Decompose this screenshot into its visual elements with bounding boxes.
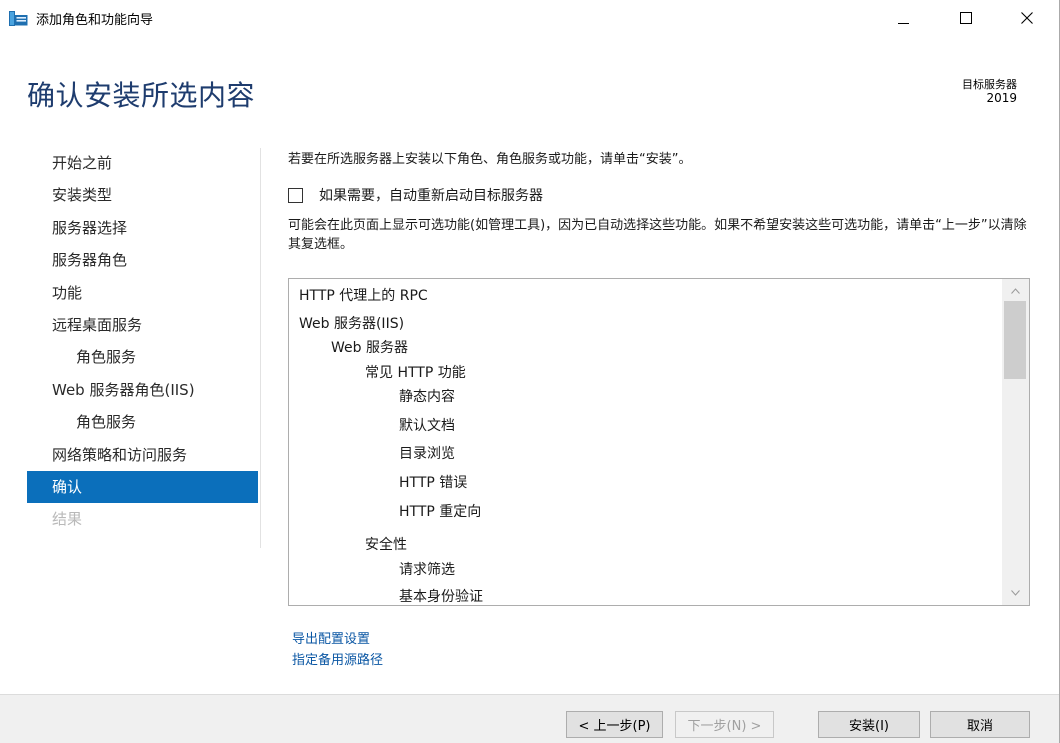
nav-step-10[interactable]: 确认 [27,470,258,504]
list-item: Web 服务器(IIS) [299,316,405,332]
scroll-up-button[interactable] [1002,281,1029,301]
window-title: 添加角色和功能向导 [36,13,154,28]
list-item: 默认文档 [399,418,455,434]
target-server-label: 目标服务器 [962,78,1017,91]
list-item: 静态内容 [399,389,455,405]
restart-option[interactable]: 如果需要，自动重新启动目标服务器 [288,185,543,205]
list-item: 安全性 [365,537,407,553]
export-config-link[interactable]: 导出配置设置 [292,628,370,647]
install-button[interactable]: 安装(I) [818,711,920,738]
alt-source-link[interactable]: 指定备用源路径 [292,649,383,668]
intro-text: 若要在所选服务器上安装以下角色、角色服务或功能，请单击“安装”。 [288,152,692,167]
list-item: 常见 HTTP 功能 [365,365,466,381]
list-item: HTTP 代理上的 RPC [299,288,428,304]
wizard-footer: < 上一步(P) 下一步(N) > 安装(I) 取消 [0,694,1059,743]
nav-step-0[interactable]: 开始之前 [27,147,258,179]
restart-checkbox[interactable] [288,187,303,203]
nav-step-11: 结果 [52,510,83,529]
cancel-button[interactable]: 取消 [930,711,1030,738]
chevron-up-icon [1011,288,1020,294]
title-bar: 添加角色和功能向导 [0,0,1059,36]
scroll-down-button[interactable] [1002,583,1029,603]
list-item: HTTP 重定向 [399,504,482,520]
wizard-steps-nav: 开始之前 安装类型 服务器选择 服务器角色 功能 远程桌面服务 角色服务 Web 服务器角色(… [27,147,258,536]
minimize-icon [897,22,909,24]
server-manager-icon [9,11,28,26]
list-scrollbar[interactable] [1002,279,1029,605]
list-item: 请求筛选 [399,562,455,578]
nav-step-3[interactable]: 服务器角色 [27,244,258,276]
page-title: 确认安装所选内容 [27,79,256,112]
chevron-down-icon [1011,590,1020,596]
nav-step-5[interactable]: 远程桌面服务 [27,309,258,341]
optional-features-note: 可能会在此页面上显示可选功能(如管理工具)，因为已自动选择这些功能。如果不希望安… [288,218,1027,252]
nav-step-6[interactable]: 角色服务 [27,341,258,373]
nav-divider [260,148,261,548]
nav-step-9[interactable]: 网络策略和访问服务 [27,439,258,471]
list-item: HTTP 错误 [399,475,468,491]
minimize-button[interactable] [880,0,926,36]
list-item: 基本身份验证 [399,589,483,605]
wizard-window: 添加角色和功能向导 确认安装所选内容 目标服务器 2019 开始之前 安装类型 服务… [0,0,1060,743]
selection-list[interactable]: HTTP 代理上的 RPC Web 服务器(IIS) Web 服务器常见 HTTP … [288,278,1030,606]
nav-step-4[interactable]: 功能 [27,277,258,309]
previous-button[interactable]: < 上一步(P) [566,711,663,738]
list-item: 目录浏览 [399,446,455,462]
maximize-icon [960,12,972,24]
maximize-button[interactable] [943,0,989,36]
nav-step-8[interactable]: 角色服务 [27,406,258,438]
target-server-value: 2019 [986,91,1017,105]
list-item: Web 服务器 [331,340,408,356]
restart-checkbox-label[interactable]: 如果需要，自动重新启动目标服务器 [319,185,543,205]
close-button[interactable] [1004,0,1050,36]
next-button[interactable]: 下一步(N) > [675,711,774,738]
nav-step-7[interactable]: Web 服务器角色(IIS) [27,374,258,406]
nav-step-2[interactable]: 服务器选择 [27,212,258,244]
close-icon [1021,12,1033,24]
scroll-thumb[interactable] [1004,301,1026,379]
nav-step-1[interactable]: 安装类型 [27,179,258,211]
